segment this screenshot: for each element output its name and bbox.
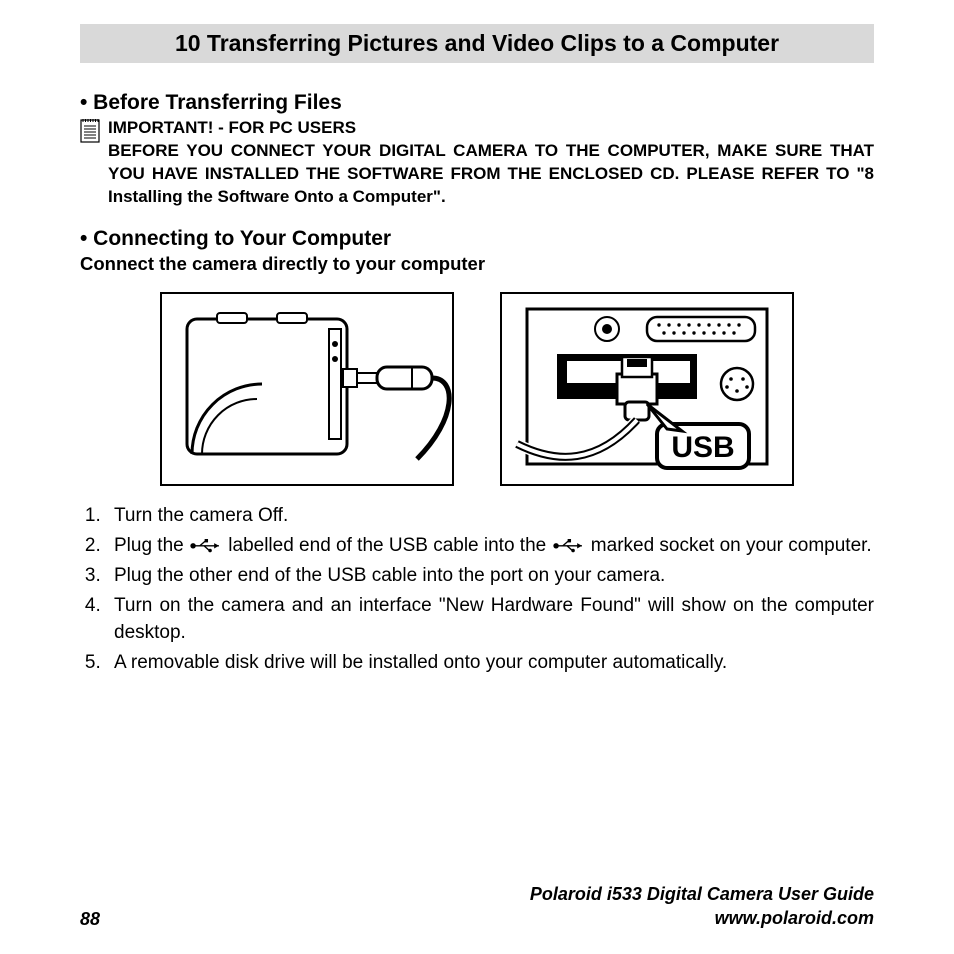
step-3: Plug the other end of the USB cable into…	[106, 563, 874, 590]
footer-guide-title: Polaroid i533 Digital Camera User Guide	[530, 883, 874, 906]
step-2: Plug the labelled end of the USB cable i…	[106, 533, 874, 560]
usb-callout-label: USB	[671, 431, 734, 464]
figure-camera-cable	[157, 289, 457, 489]
steps-list: Turn the camera Off. Plug the labelled e…	[80, 503, 874, 677]
page-footer: 88 Polaroid i533 Digital Camera User Gui…	[80, 883, 874, 930]
step-4: Turn on the camera and an interface "New…	[106, 593, 874, 647]
page-number: 88	[80, 909, 100, 930]
footer-url: www.polaroid.com	[530, 907, 874, 930]
important-label: IMPORTANT! - FOR PC USERS	[108, 118, 356, 137]
note-icon	[80, 119, 100, 143]
step-5: A removable disk drive will be installed…	[106, 650, 874, 677]
important-note: IMPORTANT! - FOR PC USERS BEFORE YOU CON…	[80, 117, 874, 209]
important-body: BEFORE YOU CONNECT YOUR DIGITAL CAMERA T…	[108, 141, 874, 206]
step-1: Turn the camera Off.	[106, 503, 874, 530]
usb-icon	[552, 539, 586, 553]
usb-icon	[189, 539, 223, 553]
chapter-title: 10 Transferring Pictures and Video Clips…	[80, 24, 874, 63]
section-before-heading: • Before Transferring Files	[80, 91, 874, 115]
figure-row: USB	[80, 289, 874, 489]
section-connect-heading: • Connecting to Your Computer	[80, 227, 874, 251]
figure-computer-usb: USB	[497, 289, 797, 489]
section-connect-subheading: Connect the camera directly to your comp…	[80, 253, 874, 275]
